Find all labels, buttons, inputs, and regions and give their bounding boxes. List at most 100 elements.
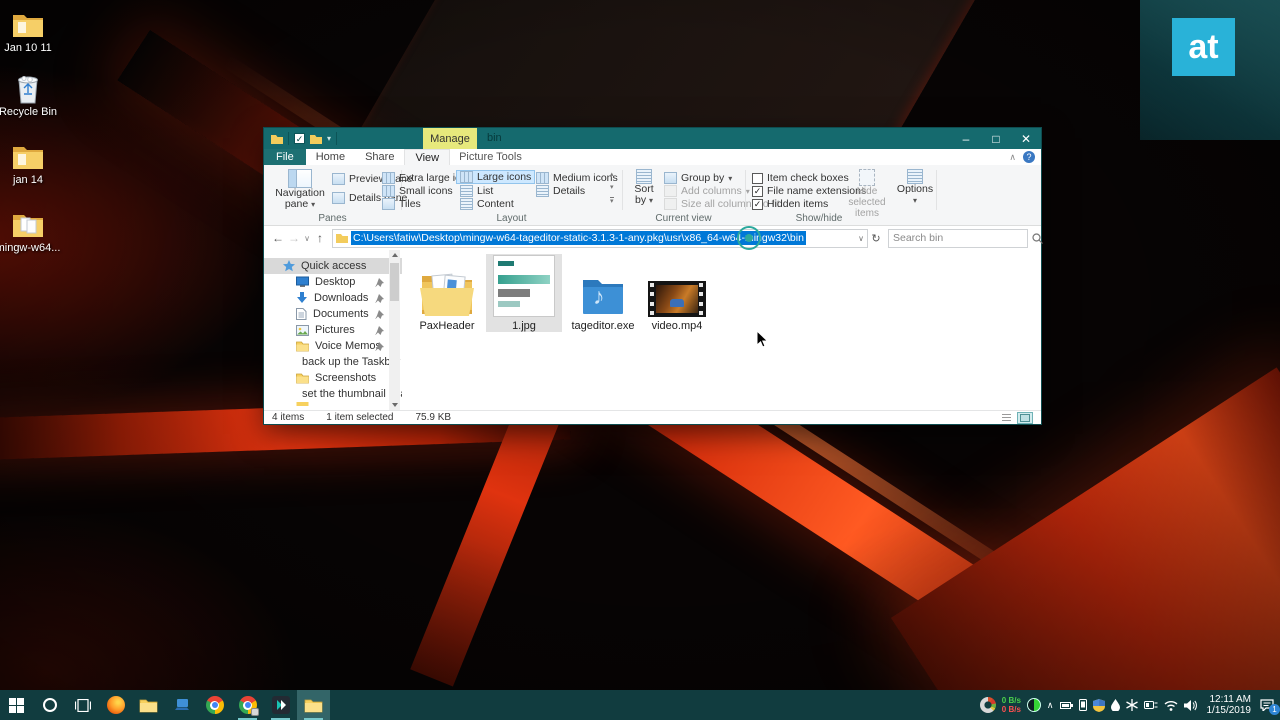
desktop-screen: at Jan 10 11 Recycle Bin jan 14 mingw-w6… [0, 0, 1280, 720]
hide-selected-items-button[interactable]: Hide selected items [842, 169, 892, 219]
layout-details[interactable]: Details [536, 184, 585, 198]
half-circle-icon[interactable] [1026, 698, 1041, 712]
asterisk-icon[interactable] [1125, 699, 1138, 711]
tab-picture-tools[interactable]: Picture Tools [450, 149, 531, 165]
start-button[interactable] [0, 690, 33, 720]
search-input[interactable] [889, 232, 1032, 244]
volume-icon[interactable] [1183, 699, 1198, 711]
layout-tiles[interactable]: Tiles [382, 197, 421, 211]
taskbar-file-explorer-active[interactable] [297, 690, 330, 720]
image-thumbnail [493, 254, 555, 320]
gallery-more-icon[interactable]: ▾ [610, 197, 614, 206]
minimize-button[interactable]: – [951, 128, 981, 149]
taskbar-chrome-alt[interactable] [231, 690, 264, 720]
sidebar-item-backup-taskbar[interactable]: back up the Taskbar layou [264, 354, 402, 370]
car-image [670, 299, 684, 307]
sidebar-item-downloads[interactable]: Downloads [264, 290, 402, 306]
layout-small-icons[interactable]: Small icons [382, 184, 453, 198]
file-1-jpg-selected[interactable]: 1.jpg [486, 254, 562, 332]
monitor-icon [296, 276, 309, 287]
address-dropdown-caret-icon[interactable]: ∨ [858, 234, 864, 243]
options-icon [907, 169, 923, 184]
sidebar-item-set-thumbnail[interactable]: set the thumbnail image f [264, 386, 402, 402]
layout-list[interactable]: List [460, 184, 493, 198]
layout-large-icons-selected[interactable]: Large icons [456, 170, 536, 184]
taskbar-device-app[interactable] [165, 690, 198, 720]
sidebar-scrollbar[interactable] [389, 250, 400, 410]
tray-chevron-up-icon[interactable]: ∧ [1047, 700, 1054, 711]
desktop-icon-recycle-bin[interactable]: Recycle Bin [0, 72, 61, 118]
taskbar-video-editor[interactable] [264, 690, 297, 720]
resource-pie-icon[interactable] [979, 697, 996, 713]
gallery-scroll-up-icon[interactable]: ▴ [610, 171, 614, 179]
forward-button[interactable]: → [286, 231, 302, 245]
task-view-button[interactable] [66, 690, 99, 720]
sidebar-item-screenshots[interactable]: Screenshots [264, 370, 402, 386]
address-input[interactable]: C:\Users\fatiw\Desktop\mingw-w64-tagedit… [332, 228, 868, 248]
title-bar: ✓ ▾ Manage bin – □ ✕ [264, 128, 1041, 149]
droplet-icon[interactable] [1110, 699, 1120, 711]
hidden-items-checkbox[interactable]: ✓ Hidden items [752, 197, 828, 211]
channel-watermark: at [1172, 18, 1235, 76]
manage-contextual-tab[interactable]: Manage [423, 128, 477, 149]
close-button[interactable]: ✕ [1011, 128, 1041, 149]
recent-locations-caret-icon[interactable]: ∨ [302, 234, 312, 243]
view-ribbon: Navigation pane ▾ Preview pane Details p… [264, 165, 1041, 226]
minimize-ribbon-icon[interactable]: ∧ [1009, 152, 1016, 163]
sidebar-item-pictures[interactable]: Pictures [264, 322, 402, 338]
refresh-button[interactable]: ↻ [868, 232, 884, 245]
defender-shield-icon[interactable] [1092, 698, 1105, 712]
sort-by-button[interactable]: Sort by ▾ [628, 169, 660, 206]
taskbar-file-explorer[interactable] [132, 690, 165, 720]
sidebar-item-quick-access[interactable]: Quick access [264, 258, 402, 274]
toolbar-separator [288, 132, 289, 145]
taskbar-chrome[interactable] [198, 690, 231, 720]
file-paxheader[interactable]: PaxHeader [414, 254, 480, 332]
scroll-up-icon[interactable] [389, 250, 400, 261]
thumbnail-view-toggle[interactable] [1017, 411, 1033, 424]
action-center-button[interactable]: 1 [1257, 695, 1280, 715]
scrollbar-thumb[interactable] [390, 263, 399, 301]
help-icon[interactable]: ? [1023, 151, 1035, 163]
sidebar-item-documents[interactable]: Documents [264, 306, 402, 322]
item-check-boxes-checkbox[interactable]: Item check boxes [752, 171, 849, 185]
scroll-down-icon[interactable] [389, 399, 400, 410]
desktop-icon-mingw[interactable]: mingw-w64... [0, 208, 61, 254]
new-folder-icon[interactable] [310, 134, 322, 144]
file-tageditor-exe[interactable]: ♪ tageditor.exe [570, 254, 636, 332]
tab-view[interactable]: View [404, 149, 451, 165]
folder-icon [296, 341, 309, 351]
navigation-pane-button[interactable]: Navigation pane ▾ [272, 169, 328, 210]
gallery-scroll-down-icon[interactable]: ▾ [610, 184, 614, 192]
taskbar-firefox[interactable] [99, 690, 132, 720]
sidebar-item-voice-memos[interactable]: Voice Memos [264, 338, 402, 354]
wifi-icon[interactable] [1164, 700, 1178, 711]
tab-share[interactable]: Share [355, 149, 404, 165]
sidebar-item-desktop[interactable]: Desktop [264, 274, 402, 290]
up-button[interactable]: ↑ [312, 231, 328, 245]
search-icon[interactable] [1032, 232, 1043, 244]
group-by-button[interactable]: Group by ▾ [664, 171, 732, 185]
add-columns-button[interactable]: Add columns ▾ [664, 184, 750, 198]
network-speed-indicator[interactable]: 0 B/s 0 B/s [1002, 696, 1021, 714]
back-button[interactable]: ← [270, 231, 286, 245]
file-video-mp4[interactable]: video.mp4 [642, 254, 712, 332]
desktop-icon-jan-14[interactable]: jan 14 [0, 140, 61, 186]
cortana-button[interactable] [33, 690, 66, 720]
options-button[interactable]: Options ▾ [897, 169, 933, 206]
desktop-icon-jan-10-11[interactable]: Jan 10 11 [0, 8, 61, 54]
task-view-icon [74, 698, 91, 712]
details-view-toggle[interactable] [998, 412, 1014, 424]
properties-check-icon[interactable]: ✓ [294, 133, 305, 144]
power-icon[interactable] [1143, 700, 1158, 710]
layout-medium-icons[interactable]: Medium icons [536, 171, 618, 185]
pin-icon [375, 278, 384, 287]
maximize-button[interactable]: □ [981, 128, 1011, 149]
layout-content[interactable]: Content [460, 197, 514, 211]
phone-icon[interactable] [1078, 699, 1087, 711]
tab-file[interactable]: File [264, 149, 306, 165]
battery-icon[interactable] [1059, 700, 1073, 711]
tab-home[interactable]: Home [306, 149, 355, 165]
customize-toolbar-caret-icon[interactable]: ▾ [327, 134, 331, 143]
taskbar-clock[interactable]: 12:11 AM 1/15/2019 [1207, 694, 1252, 716]
